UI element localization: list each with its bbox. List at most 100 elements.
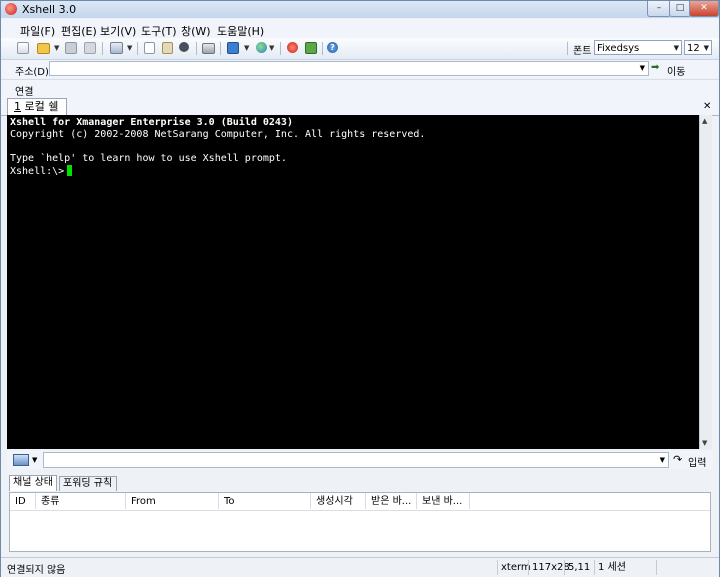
menu-view[interactable]: 보기(V) bbox=[100, 23, 136, 39]
main-toolbar: ▼ ▼ ▼ ▼ ? 폰트 Fixedsys ▼ 12 ▼ bbox=[1, 38, 719, 60]
toolbar-separator bbox=[322, 42, 323, 55]
status-cell-empty bbox=[656, 560, 718, 575]
terminal-size: 117x28 bbox=[528, 560, 570, 575]
connection-status: 연결되지 않음 bbox=[7, 565, 66, 576]
copy-icon[interactable] bbox=[144, 42, 155, 54]
cursor-position: 5,11 bbox=[564, 560, 594, 575]
toolbar-separator bbox=[567, 42, 568, 55]
app-window: Xshell 3.0 – □ ✕ 파일(F) 편집(E) 보기(V) 도구(T)… bbox=[0, 0, 720, 577]
address-bar: 주소(D) ▼ ➡ 이동 bbox=[1, 60, 719, 78]
menu-bar: 파일(F) 편집(E) 보기(V) 도구(T) 창(W) 도움말(H) bbox=[1, 19, 719, 38]
maximize-button[interactable]: □ bbox=[669, 1, 691, 17]
toolbar-separator bbox=[137, 42, 138, 55]
toolbar-separator bbox=[102, 42, 103, 55]
font-select[interactable]: Fixedsys ▼ bbox=[594, 40, 682, 55]
status-bar: 연결되지 않음 xterm 117x28 5,11 1 세션 bbox=[1, 557, 719, 577]
paste-icon[interactable] bbox=[162, 42, 173, 54]
column-header-to[interactable]: To bbox=[219, 493, 311, 509]
terminal-prompt-line: Xshell:\> bbox=[10, 165, 73, 178]
channel-list-header: ID 종류 From To 생성시각 받은 바... 보낸 바... bbox=[10, 493, 710, 511]
terminal-line: Type `help' to learn how to use Xshell p… bbox=[10, 153, 287, 164]
close-icon: ✕ bbox=[700, 3, 708, 13]
command-input[interactable]: ▼ bbox=[43, 452, 669, 468]
open-folder-icon[interactable] bbox=[37, 43, 50, 54]
channel-list: ID 종류 From To 생성시각 받은 바... 보낸 바... bbox=[9, 492, 711, 552]
chevron-down-icon: ▼ bbox=[703, 44, 709, 52]
column-header-bytes-sent[interactable]: 보낸 바... bbox=[417, 493, 470, 509]
tab-channel-status[interactable]: 채널 상태 bbox=[9, 475, 57, 491]
column-header-created[interactable]: 생성시각 bbox=[311, 493, 366, 509]
column-header-type[interactable]: 종류 bbox=[36, 493, 126, 509]
menu-file[interactable]: 파일(F) bbox=[20, 23, 55, 39]
session-count: 1 세션 bbox=[594, 560, 656, 575]
tab-index: 1 bbox=[14, 100, 21, 113]
font-size-select[interactable]: 12 ▼ bbox=[684, 40, 712, 55]
terminal-cursor bbox=[67, 165, 73, 176]
globe-dropdown-icon[interactable]: ▼ bbox=[269, 44, 274, 52]
terminal-screen[interactable]: Xshell for Xmanager Enterprise 3.0 (Buil… bbox=[7, 115, 699, 449]
font-size-value: 12 bbox=[687, 43, 700, 54]
bottom-panel-tabs: 채널 상태 포워딩 규칙 bbox=[7, 475, 713, 491]
compose-bar: ▼ ▼ ↷ 입력 bbox=[7, 451, 713, 469]
tab-local-shell[interactable]: 1 로컬 쉘 bbox=[7, 98, 67, 115]
column-header-id[interactable]: ID bbox=[10, 493, 36, 509]
toolbar-separator bbox=[196, 42, 197, 55]
window-title: Xshell 3.0 bbox=[22, 3, 77, 16]
go-arrow-icon: ➡ bbox=[651, 62, 660, 73]
toolbar-separator bbox=[280, 42, 281, 55]
go-button[interactable]: ➡ 이동 bbox=[651, 61, 699, 78]
menu-window[interactable]: 창(W) bbox=[181, 23, 211, 39]
minimize-icon: – bbox=[656, 3, 662, 13]
find-icon[interactable] bbox=[179, 42, 189, 52]
chevron-down-icon[interactable]: ▼ bbox=[660, 456, 665, 464]
open-dropdown-icon[interactable]: ▼ bbox=[54, 44, 59, 52]
terminal-line: Copyright (c) 2002-2008 NetSarang Comput… bbox=[10, 129, 426, 140]
session-tab-strip: 1 로컬 쉘 ✕ bbox=[1, 98, 719, 116]
disconnect-icon[interactable] bbox=[84, 42, 96, 54]
print-icon[interactable] bbox=[202, 43, 215, 54]
terminal-prompt: Xshell:\> bbox=[10, 166, 65, 177]
toolbar-separator bbox=[220, 42, 221, 55]
transfer-icon[interactable] bbox=[227, 42, 239, 54]
terminal-scrollbar[interactable]: ▲ ▼ bbox=[699, 115, 712, 449]
title-bar: Xshell 3.0 – □ ✕ bbox=[1, 1, 719, 18]
compose-mode-dropdown-icon[interactable]: ▼ bbox=[32, 456, 37, 464]
new-session-icon[interactable] bbox=[17, 42, 29, 54]
chevron-down-icon[interactable]: ▼ bbox=[640, 64, 645, 72]
go-label: 이동 bbox=[667, 67, 686, 78]
scroll-down-icon[interactable]: ▼ bbox=[702, 439, 707, 447]
menu-tools[interactable]: 도구(T) bbox=[141, 23, 177, 39]
xshell-logo-icon bbox=[5, 3, 17, 15]
font-label: 폰트 bbox=[573, 46, 592, 57]
terminal-line: Xshell for Xmanager Enterprise 3.0 (Buil… bbox=[10, 117, 293, 128]
address-label: 주소(D) bbox=[15, 67, 49, 78]
send-label: 입력 bbox=[688, 458, 707, 469]
tab-forwarding-rules[interactable]: 포워딩 규칙 bbox=[59, 476, 117, 491]
transfer-dropdown-icon[interactable]: ▼ bbox=[244, 44, 249, 52]
compose-mode-icon[interactable] bbox=[13, 454, 29, 466]
script-icon[interactable] bbox=[305, 42, 317, 54]
address-input[interactable]: ▼ bbox=[49, 61, 649, 76]
tab-label: 로컬 쉘 bbox=[24, 100, 59, 113]
help-icon[interactable]: ? bbox=[327, 42, 338, 53]
reconnect-icon[interactable] bbox=[65, 42, 77, 54]
properties-icon[interactable] bbox=[110, 42, 123, 54]
maximize-icon: □ bbox=[675, 3, 685, 13]
links-label[interactable]: 연결 bbox=[15, 83, 33, 98]
chevron-down-icon: ▼ bbox=[673, 44, 679, 52]
close-button[interactable]: ✕ bbox=[689, 1, 719, 17]
column-header-from[interactable]: From bbox=[126, 493, 219, 509]
globe-icon[interactable] bbox=[256, 42, 267, 53]
menu-edit[interactable]: 편집(E) bbox=[61, 23, 97, 39]
xftp-icon[interactable] bbox=[287, 42, 298, 53]
scroll-up-icon[interactable]: ▲ bbox=[702, 117, 707, 125]
menu-help[interactable]: 도움말(H) bbox=[217, 23, 264, 39]
column-header-bytes-received[interactable]: 받은 바... bbox=[366, 493, 417, 509]
send-arrow-icon: ↷ bbox=[673, 453, 683, 466]
minimize-button[interactable]: – bbox=[647, 1, 671, 17]
properties-dropdown-icon[interactable]: ▼ bbox=[127, 44, 132, 52]
send-button[interactable]: ↷ 입력 bbox=[673, 452, 713, 469]
terminal-type: xterm bbox=[497, 560, 531, 575]
close-tab-icon[interactable]: ✕ bbox=[703, 101, 711, 112]
font-select-value: Fixedsys bbox=[597, 43, 640, 54]
